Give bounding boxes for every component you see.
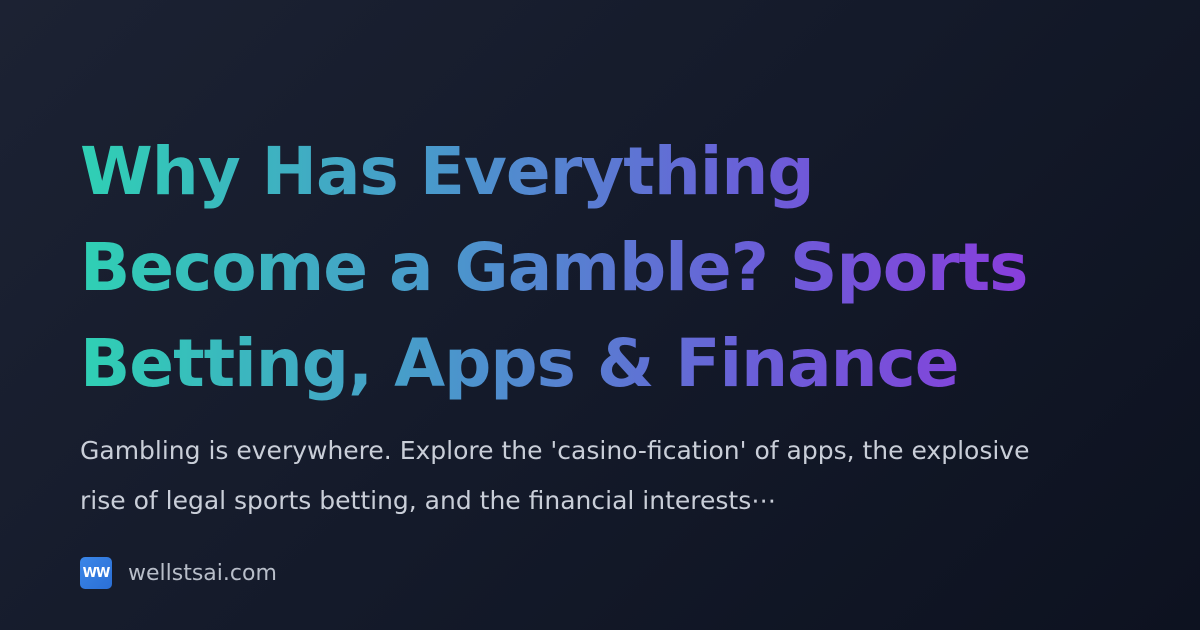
site-domain[interactable]: wellstsai.com (128, 561, 277, 586)
site-logo-icon: WW (80, 557, 112, 589)
article-description: Gambling is everywhere. Explore the 'cas… (80, 436, 1030, 515)
page-title: Why Has Everything Become a Gamble? Spor… (80, 124, 1040, 412)
social-card: Why Has Everything Become a Gamble? Spor… (80, 0, 1120, 630)
site-brand[interactable]: WW wellstsai.com (80, 556, 277, 590)
